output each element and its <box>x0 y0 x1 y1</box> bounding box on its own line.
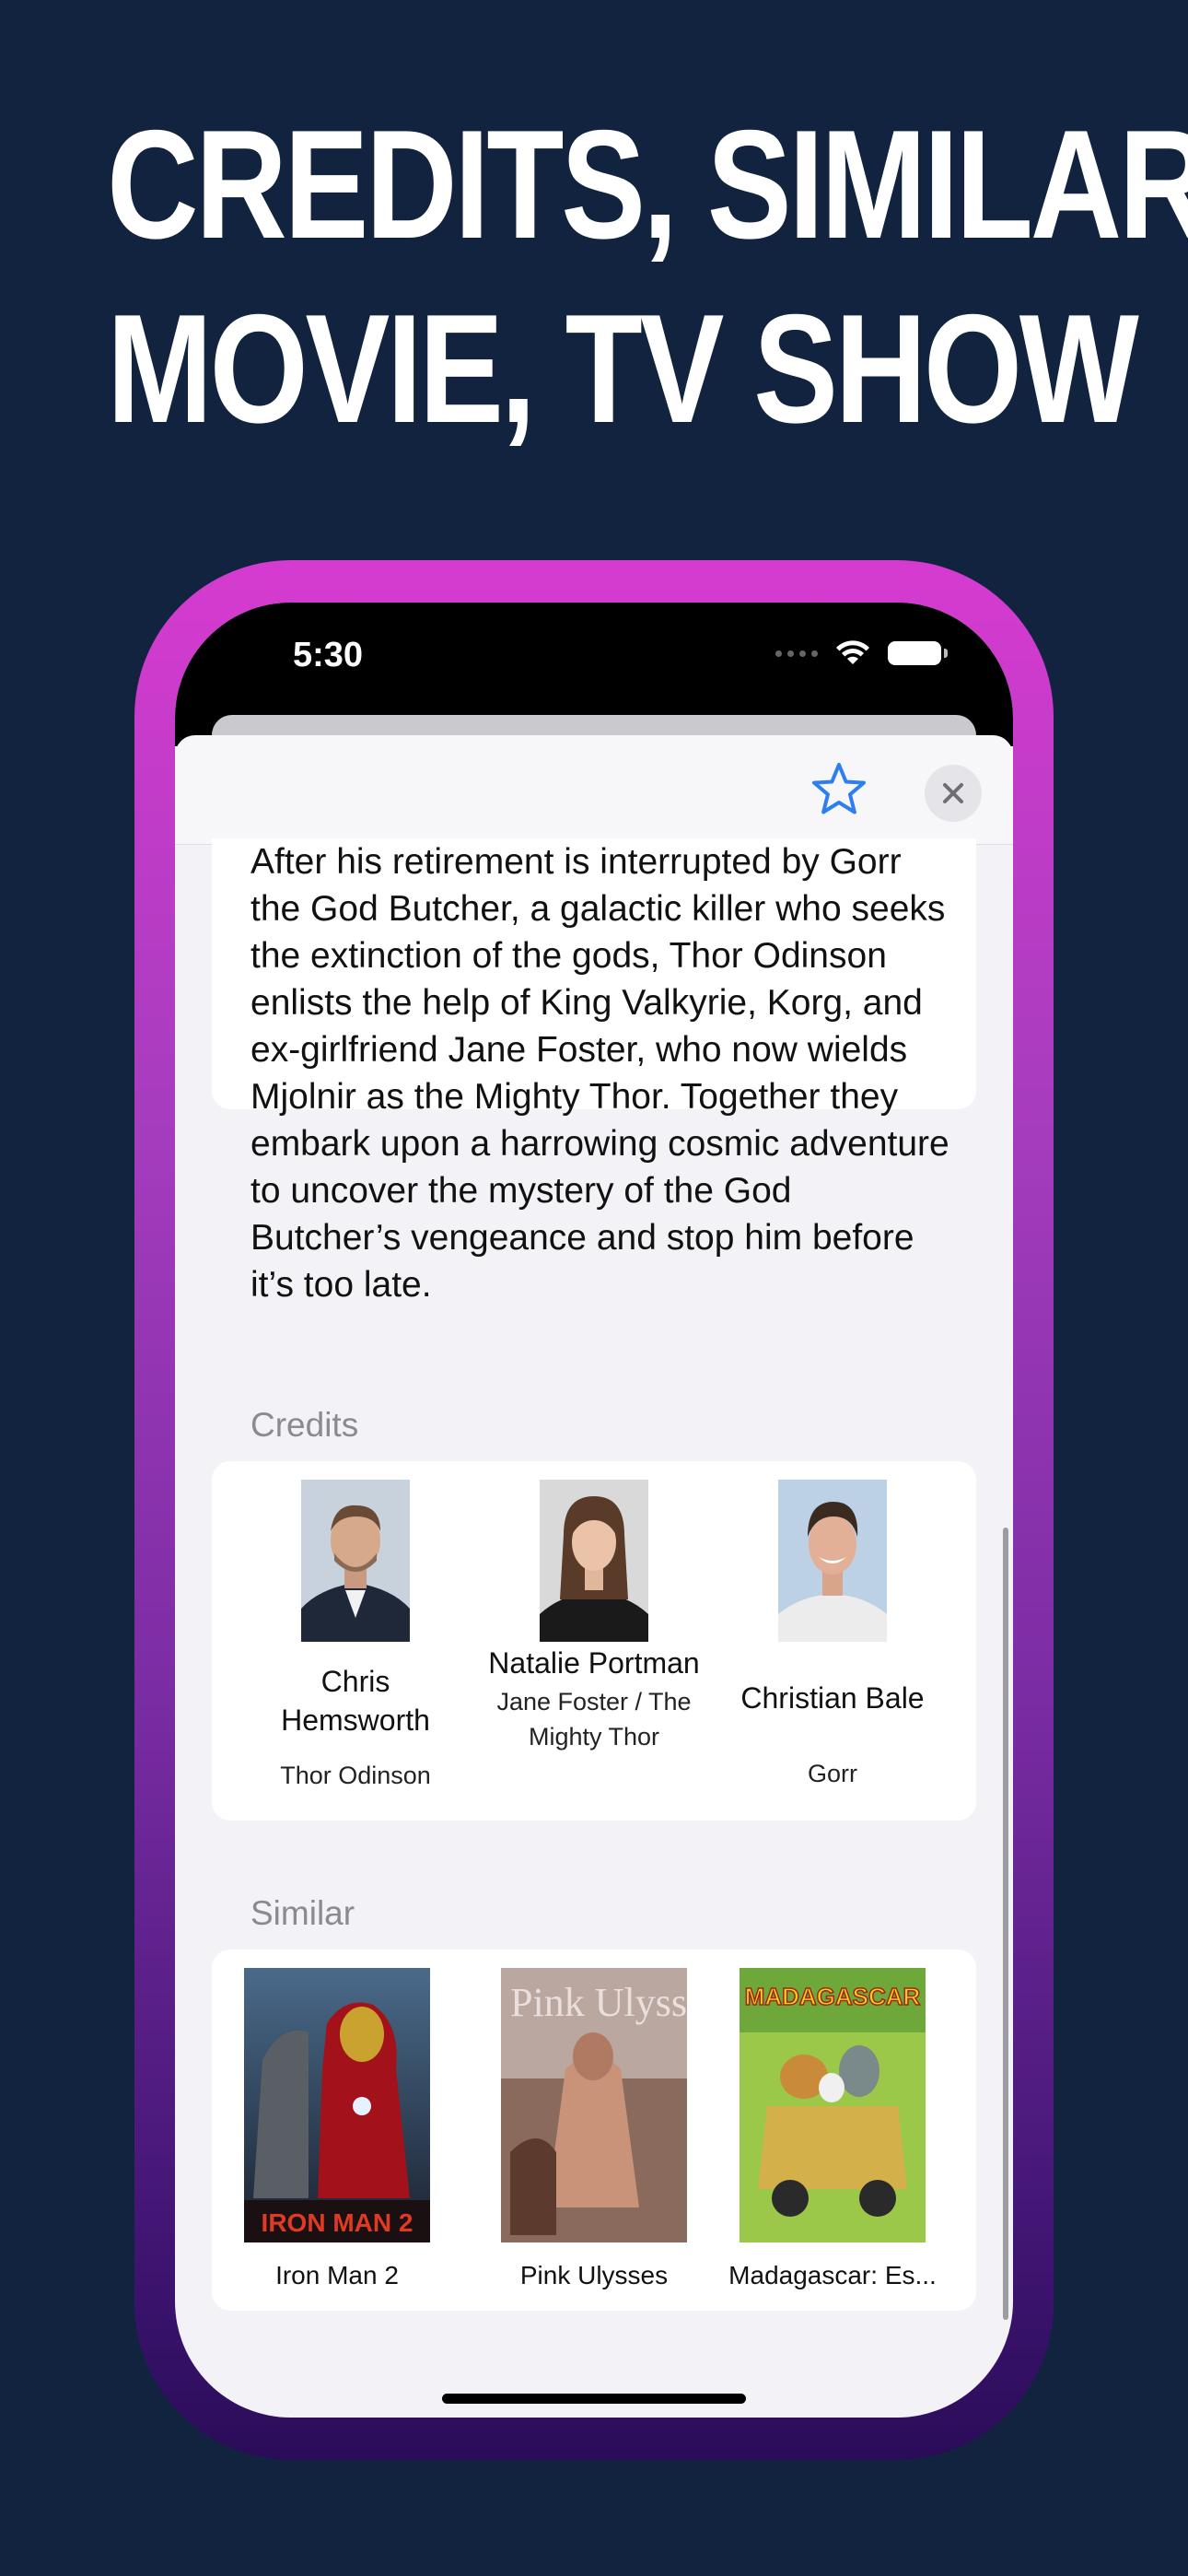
poster-title-text: Pink Ulysses <box>510 1980 687 2025</box>
person-name: Chris Hemsworth <box>281 1665 430 1737</box>
actor-portrait <box>778 1480 887 1642</box>
actor-portrait <box>301 1480 410 1642</box>
signal-dots-icon <box>775 650 818 657</box>
credits-card: Chris Hemsworth Thor Odinson Natalie Por… <box>212 1461 976 1821</box>
movie-poster: MADAGASCAR <box>740 1968 926 2242</box>
similar-movie[interactable]: Pink Ulysses Pink Ulysses <box>483 1968 705 2292</box>
movie-poster: IRON MAN 2 <box>244 1968 430 2242</box>
poster-title-text: MADAGASCAR <box>745 1983 921 2010</box>
scroll-indicator[interactable] <box>1003 1528 1008 2320</box>
movie-title: Madagascar: Es... <box>728 2261 937 2289</box>
status-time: 5:30 <box>293 636 364 674</box>
battery-icon <box>888 641 948 665</box>
movie-poster: Pink Ulysses <box>501 1968 687 2242</box>
credit-person[interactable]: Natalie Portman Jane Foster / The Mighty… <box>483 1480 705 1754</box>
overview-card: After his retirement is interrupted by G… <box>212 838 976 1305</box>
similar-card: IRON MAN 2 Iron Man 2 Pink Ulysses Pink … <box>212 1950 976 2311</box>
similar-movie[interactable]: IRON MAN 2 Iron Man 2 <box>227 1968 448 2292</box>
movie-title: Pink Ulysses <box>519 2261 669 2289</box>
credit-person[interactable]: Christian Bale Gorr <box>722 1480 943 1791</box>
home-indicator[interactable] <box>442 2394 746 2404</box>
headline-line-2: MOVIE, TV SHOW <box>107 282 1139 455</box>
overview-text: After his retirement is interrupted by G… <box>250 842 949 1305</box>
favorite-button[interactable] <box>810 761 868 818</box>
close-button[interactable] <box>925 765 982 822</box>
sheet-navigation-bar <box>175 735 1013 845</box>
wifi-icon <box>836 640 869 664</box>
phone-screen: 5:30 After his retirement is interrupted… <box>175 603 1013 2418</box>
similar-section-label: Similar <box>250 1894 355 1932</box>
headline: CREDITS, SIMILAR MOVIE, TV SHOW <box>107 92 1188 461</box>
similar-movie[interactable]: MADAGASCAR Madagascar: Es... <box>722 1968 943 2292</box>
person-role: Thor Odinson <box>280 1762 431 1789</box>
status-indicators <box>775 639 948 667</box>
poster-title-text: IRON MAN 2 <box>262 2208 413 2237</box>
person-name: Christian Bale <box>740 1681 925 1715</box>
person-name: Natalie Portman <box>488 1646 700 1680</box>
xmark-icon <box>943 783 963 803</box>
headline-line-1: CREDITS, SIMILAR <box>107 98 1188 271</box>
credit-person[interactable]: Chris Hemsworth Thor Odinson <box>245 1480 466 1793</box>
star-outline-icon <box>812 763 866 814</box>
movie-title: Iron Man 2 <box>275 2261 399 2289</box>
person-role: Gorr <box>808 1760 857 1787</box>
actor-portrait <box>540 1480 648 1642</box>
credits-section-label: Credits <box>250 1406 359 1444</box>
person-role: Jane Foster / The Mighty Thor <box>496 1688 692 1751</box>
